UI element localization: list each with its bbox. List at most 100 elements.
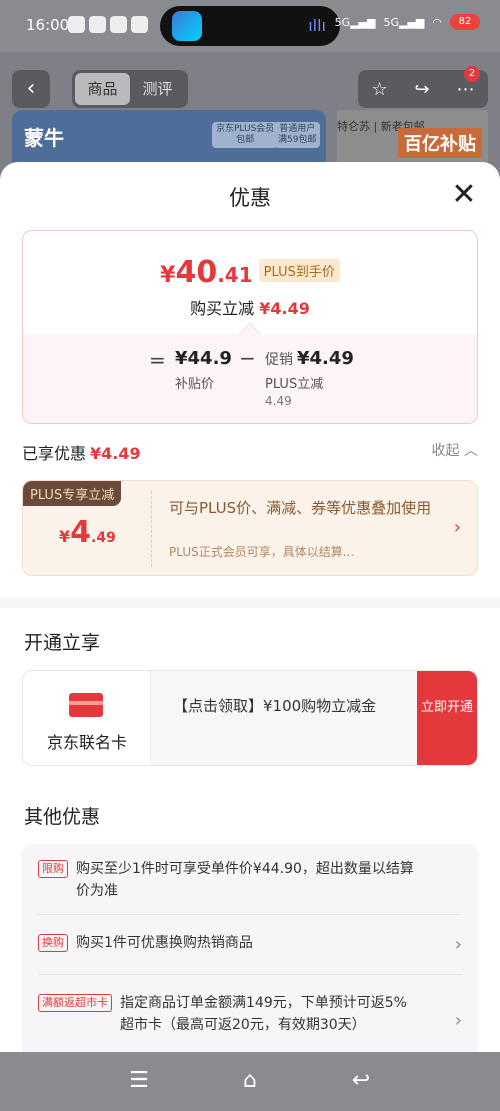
other-offers-list: 限购 购买至少1件时可享受单件价¥44.90，超出数量以结算价为准 换购 购买1件可… bbox=[22, 844, 478, 1052]
signal-icon: 5G▂▄▆ bbox=[334, 15, 376, 29]
list-separator bbox=[38, 914, 462, 915]
other-section-title: 其他优惠 bbox=[24, 806, 101, 828]
normal-shipping-tag: 普通用户 满59包邮 bbox=[274, 122, 321, 148]
subsidy-badge: 百亿补贴 bbox=[398, 128, 482, 158]
offer-tag: 限购 bbox=[38, 860, 68, 878]
battery-icon: 82 bbox=[450, 14, 480, 30]
favorite-star-icon[interactable]: ☆ bbox=[371, 79, 387, 100]
pointer-arrow bbox=[238, 322, 262, 346]
share-icon[interactable]: ↪ bbox=[415, 79, 430, 100]
collapse-button[interactable]: 收起 ︿ bbox=[432, 440, 478, 460]
instant-discount-label: 购买立减 bbox=[190, 299, 255, 318]
status-indicators: 5G▂▄▆ 5G▂▄▆ ◠ 82 bbox=[335, 14, 480, 30]
subsidy-banner: 特仑苏 | 新老包邮 百亿补贴 bbox=[337, 110, 488, 165]
plus-badge: PLUS专享立减 bbox=[23, 481, 122, 506]
back-button[interactable]: ‹ bbox=[12, 70, 50, 108]
card-info: 京东联名卡 bbox=[23, 671, 151, 765]
offer-tag: 满额返超市卡 bbox=[38, 994, 112, 1012]
offer-text: 指定商品订单金额满149元，下单预计可返5%超市卡（最高可返20元，有效期30天… bbox=[120, 995, 407, 1033]
app-notification-icon bbox=[68, 16, 85, 33]
promo-label: 促销 bbox=[265, 352, 293, 368]
base-price-item: ¥44.9 补贴价 bbox=[175, 348, 232, 392]
currency-symbol: ¥ bbox=[160, 263, 176, 288]
enjoyed-discount-row: 已享优惠 ¥4.49 收起 ︿ bbox=[22, 440, 478, 464]
close-icon: ✕ bbox=[451, 177, 477, 212]
price-breakdown: = ¥44.9 补贴价 − 促销 ¥4.49 PLUS立减 4.49 bbox=[23, 322, 477, 423]
island-app-icon bbox=[172, 11, 202, 41]
notification-icons bbox=[68, 16, 148, 33]
chevron-right-icon: › bbox=[454, 934, 462, 955]
offer-tag: 换购 bbox=[38, 934, 68, 952]
back-icon[interactable]: ↩ bbox=[348, 1068, 374, 1094]
plus-price-tag: PLUS到手价 bbox=[258, 259, 340, 282]
plus-amount: ¥4.49 bbox=[59, 515, 116, 550]
list-item[interactable]: 满额返超市卡 指定商品订单金额满149元，下单预计可返5%超市卡（最高可返20元，… bbox=[38, 992, 462, 1036]
signal-icon: 5G▂▄▆ bbox=[383, 15, 425, 29]
brand-banner: 蒙牛 京东PLUS会员 包邮 普通用户 满59包邮 bbox=[12, 110, 326, 165]
enjoyed-label-text: 已享优惠 bbox=[22, 444, 87, 463]
open-now-button[interactable]: 立即开通 bbox=[417, 671, 477, 765]
app-notification-icon bbox=[131, 16, 148, 33]
equals-sign: = bbox=[149, 348, 166, 372]
promo-sub-value: 4.49 bbox=[265, 394, 292, 408]
plus-note: PLUS正式会员可享，具体以结算... bbox=[169, 545, 355, 559]
status-bar: 16:00 ıllı 5G▂▄▆ 5G▂▄▆ ◠ 82 bbox=[0, 0, 500, 52]
menu-icon[interactable]: ☰ bbox=[126, 1068, 152, 1094]
promo-banner: 蒙牛 京东PLUS会员 包邮 普通用户 满59包邮 特仑苏 | 新老包邮 百亿补贴 bbox=[12, 110, 488, 165]
offer-text: 购买1件可优惠换购热销商品 bbox=[76, 935, 253, 951]
app-notification-icon bbox=[89, 16, 106, 33]
list-separator bbox=[38, 974, 462, 975]
home-icon[interactable]: ⌂ bbox=[237, 1068, 263, 1094]
minus-sign: − bbox=[239, 346, 256, 370]
list-item: 限购 购买至少1件时可享受单件价¥44.90，超出数量以结算价为准 bbox=[38, 858, 462, 902]
status-time: 16:00 bbox=[26, 16, 70, 34]
amount-decimal: .49 bbox=[91, 530, 116, 546]
system-navigation-bar: ☰ ⌂ ↩ bbox=[0, 1052, 500, 1111]
list-item[interactable]: 换购 购买1件可优惠换购热销商品 › bbox=[38, 932, 462, 955]
brand-logo: 蒙牛 bbox=[24, 126, 64, 150]
nav-actions: ☆ ↪ ⋯ 2 bbox=[358, 66, 488, 108]
app-notification-icon bbox=[110, 16, 127, 33]
product-navbar: ‹ 商品 测评 ☆ ↪ ⋯ 2 bbox=[0, 66, 500, 110]
message-badge: 2 bbox=[464, 66, 480, 82]
open-section-title: 开通立享 bbox=[24, 632, 101, 654]
promo-value: ¥4.49 bbox=[297, 348, 354, 369]
collapse-label: 收起 bbox=[431, 443, 460, 459]
instant-discount-value: ¥4.49 bbox=[259, 299, 310, 318]
plus-description: 可与PLUS价、满减、券等优惠叠加使用 bbox=[169, 499, 432, 517]
audio-wave-icon: ıllı bbox=[308, 16, 326, 35]
dashed-divider bbox=[151, 491, 152, 567]
credit-card-icon bbox=[69, 693, 103, 717]
card-offer-desc: 【点击领取】¥100购物立减金 bbox=[173, 697, 377, 715]
base-price-label: 补贴价 bbox=[175, 377, 215, 392]
tab-review[interactable]: 测评 bbox=[130, 73, 185, 105]
promo-desc: PLUS立减 bbox=[265, 377, 324, 392]
price-card: ¥40.41 PLUS到手价 购买立减 ¥4.49 = ¥44.9 补贴价 − … bbox=[22, 230, 478, 424]
final-price-row: ¥40.41 PLUS到手价 bbox=[23, 255, 477, 290]
promo-discount-item: 促销 ¥4.49 PLUS立减 4.49 bbox=[265, 348, 354, 408]
sheet-title: 优惠 bbox=[229, 186, 271, 210]
price-decimal: .41 bbox=[217, 263, 253, 287]
tab-product[interactable]: 商品 bbox=[75, 73, 130, 105]
chevron-right-icon: › bbox=[454, 1010, 462, 1031]
plus-discount-card[interactable]: PLUS专享立减 ¥4.49 可与PLUS价、满减、券等优惠叠加使用 PLUS正… bbox=[22, 480, 478, 576]
card-offer-bg bbox=[151, 671, 417, 765]
plus-shipping-tag: 京东PLUS会员 包邮 bbox=[212, 122, 279, 148]
instant-discount-row: 购买立减 ¥4.49 bbox=[23, 295, 477, 319]
enjoyed-value: ¥4.49 bbox=[90, 444, 141, 463]
card-name: 京东联名卡 bbox=[46, 733, 127, 752]
price-integer: 40 bbox=[175, 255, 218, 290]
chevron-left-icon: ‹ bbox=[26, 76, 36, 101]
amount-integer: 4 bbox=[70, 515, 92, 550]
discount-sheet: 优惠 ✕ ¥40.41 PLUS到手价 购买立减 ¥4.49 = ¥44.9 补… bbox=[0, 162, 500, 1052]
wifi-icon: ◠ bbox=[432, 15, 442, 29]
offer-text: 购买至少1件时可享受单件价¥44.90，超出数量以结算价为准 bbox=[76, 861, 414, 899]
section-divider bbox=[0, 598, 500, 608]
co-brand-card-offer: 京东联名卡 【点击领取】¥100购物立减金 立即开通 bbox=[22, 670, 478, 766]
chevron-right-icon: › bbox=[453, 517, 461, 538]
base-price-value: ¥44.9 bbox=[175, 348, 232, 369]
currency-symbol: ¥ bbox=[59, 527, 71, 546]
close-button[interactable]: ✕ bbox=[450, 180, 478, 210]
dynamic-island[interactable]: ıllı bbox=[160, 6, 340, 46]
product-tabs: 商品 测评 bbox=[72, 70, 188, 108]
